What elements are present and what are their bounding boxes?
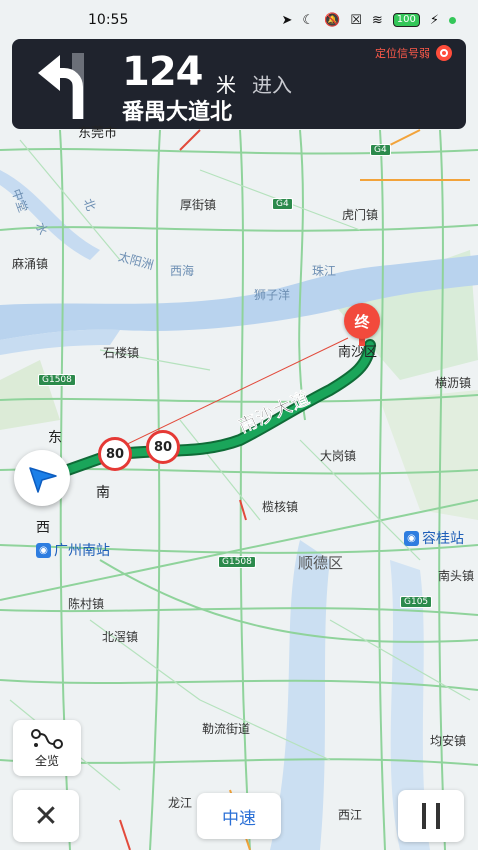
close-icon: ✕ xyxy=(33,798,59,834)
map-label-chencun: 陈村镇 xyxy=(68,597,105,611)
train-station-icon: ◉ xyxy=(404,530,419,546)
mute-icon: 🔕 xyxy=(324,12,341,28)
station-label: 容桂站 xyxy=(422,531,464,547)
map-label-humen: 虎门镇 xyxy=(342,208,379,222)
navigation-arrow-icon xyxy=(29,467,57,493)
speed-limit-sign: 80 xyxy=(146,430,180,464)
map-label-nantou: 南头镇 xyxy=(438,569,475,583)
map-label-leliu: 勒流街道 xyxy=(202,722,251,736)
moon-icon: ☾ xyxy=(302,12,315,28)
map-label-shilou: 石楼镇 xyxy=(103,346,140,360)
station-ronggui[interactable]: ◉ 容桂站 xyxy=(404,528,464,548)
map-label-zhujiang: 珠江 xyxy=(312,264,337,278)
pause-button[interactable] xyxy=(398,790,464,842)
guidance-road-name: 番禺大道北 xyxy=(122,100,233,125)
highway-shield: G1508 xyxy=(218,556,256,568)
map-label-shunde: 顺德区 xyxy=(298,554,344,572)
map-label-beijiao: 北滘镇 xyxy=(102,630,139,644)
gps-weak-indicator[interactable]: 定位信号弱 xyxy=(375,45,452,61)
map-label-lanhe: 榄核镇 xyxy=(262,500,299,514)
gps-warning-text: 定位信号弱 xyxy=(375,47,430,60)
overview-button[interactable]: 全览 xyxy=(13,720,81,776)
map-label-nansha: 南沙区 xyxy=(338,345,378,360)
charging-icon: ⚡ xyxy=(429,12,439,28)
overview-label: 全览 xyxy=(34,753,59,768)
highway-shield: G4 xyxy=(272,198,293,210)
map-label-xijiang: 西江 xyxy=(338,808,363,822)
guidance-action: 进入 xyxy=(252,73,292,97)
map-label-hengli: 横沥镇 xyxy=(435,376,472,390)
map-label-west: 西 xyxy=(36,520,50,536)
gps-signal-icon xyxy=(436,45,452,61)
map-label-east: 东 xyxy=(48,430,62,446)
pause-icon xyxy=(422,803,426,829)
map-label-houjie: 厚街镇 xyxy=(180,198,217,212)
turn-left-arrow-icon xyxy=(38,53,84,119)
highway-shield: G105 xyxy=(400,596,433,608)
map-label-xihai: 西海 xyxy=(170,264,195,278)
wifi-icon: ≋ xyxy=(371,12,383,28)
station-guangzhou-south[interactable]: ◉ 广州南站 xyxy=(36,540,110,560)
pause-icon xyxy=(436,803,440,829)
station-label: 广州南站 xyxy=(54,543,110,559)
status-dot-icon xyxy=(449,16,456,24)
destination-pin[interactable]: 终 xyxy=(344,303,380,339)
speed-mode-button[interactable]: 中速 xyxy=(197,793,281,839)
sim-icon: ☒ xyxy=(350,12,362,28)
map-label-dagang: 大岗镇 xyxy=(320,449,357,463)
highway-shield: G4 xyxy=(370,144,391,156)
map-label-dongguan: 东莞市 xyxy=(78,126,118,141)
train-station-icon: ◉ xyxy=(36,542,51,558)
status-icons: ➤ ☾ 🔕 ☒ ≋ 100 ⚡ xyxy=(281,13,456,28)
location-arrow-icon: ➤ xyxy=(281,12,293,28)
route-overview-icon xyxy=(31,728,63,749)
current-location-marker[interactable] xyxy=(14,450,70,506)
map-label-south: 南 xyxy=(96,485,110,501)
map-label-shiziyang: 狮子洋 xyxy=(254,288,291,302)
exit-navigation-button[interactable]: ✕ xyxy=(13,790,79,842)
battery-indicator: 100 xyxy=(392,13,420,27)
guidance-banner[interactable]: 124 米 进入 番禺大道北 定位信号弱 xyxy=(12,39,466,129)
map-label-junan: 均安镇 xyxy=(430,734,467,748)
status-time: 10:55 xyxy=(88,12,129,28)
highway-shield: G1508 xyxy=(38,374,76,386)
status-bar: 10:55 ➤ ☾ 🔕 ☒ ≋ 100 ⚡ xyxy=(0,0,478,40)
speed-limit-sign: 80 xyxy=(98,437,132,471)
map-label-mayong: 麻涌镇 xyxy=(12,257,49,271)
guidance-distance: 124 xyxy=(122,49,203,95)
map-label-longjiang: 龙江 xyxy=(168,796,193,810)
